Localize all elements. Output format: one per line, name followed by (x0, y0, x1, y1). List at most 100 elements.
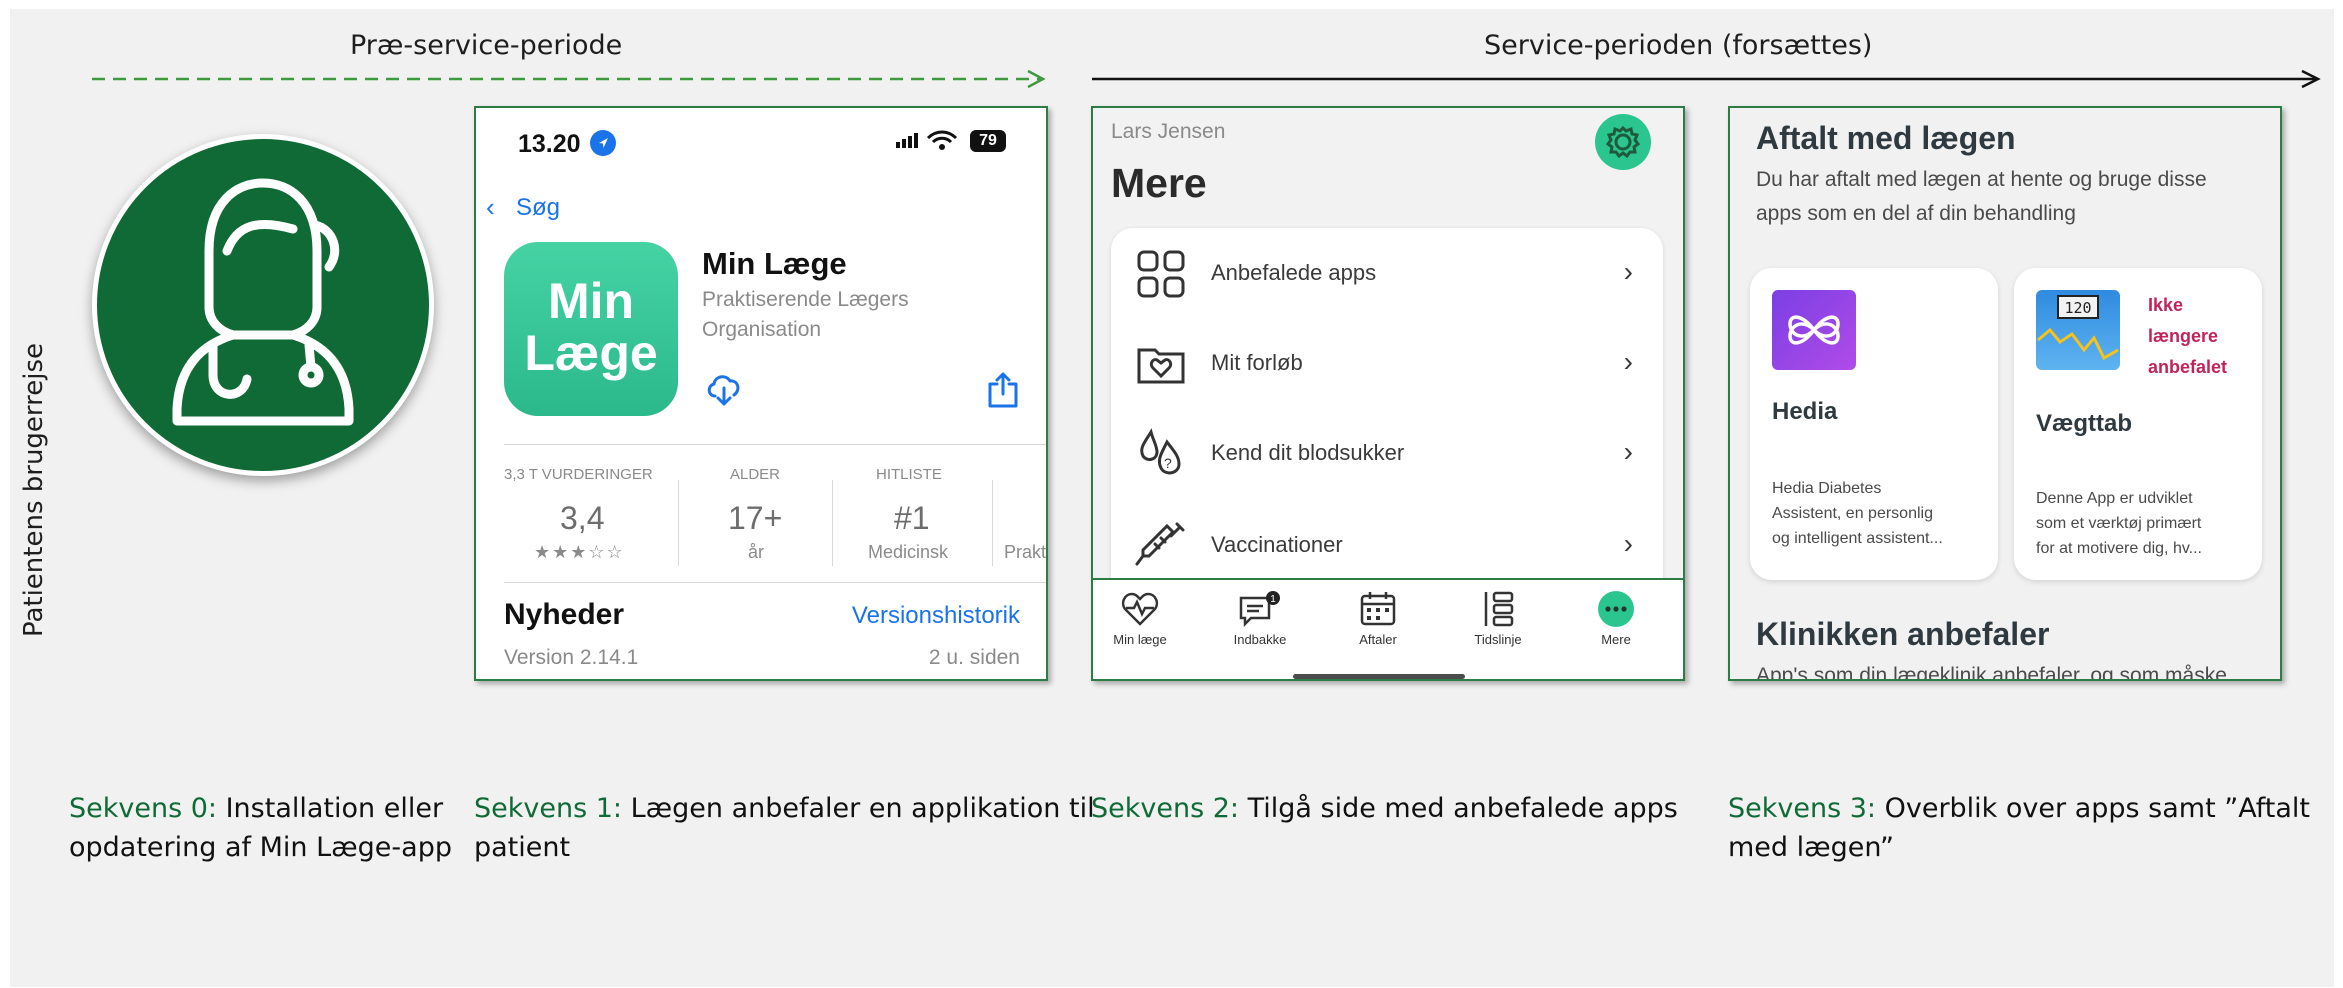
desc-line: Hedia Diabetes (1772, 480, 1882, 497)
agreed-intro-line1: Du har aftalt med lægen at hente og brug… (1756, 168, 2207, 191)
unread-badge: 1 (1270, 594, 1276, 605)
age-unit: år (748, 542, 765, 562)
app-icon-text-line2: Læge (524, 325, 658, 381)
app-desc-vaegttab: Denne App er udviklet som et værktøj pri… (2036, 486, 2202, 561)
badge-line: anbefalet (2148, 357, 2228, 377)
hedia-app-icon (1772, 290, 1856, 370)
settings-button[interactable] (1595, 114, 1651, 170)
chevron-right-icon: › (1623, 528, 1633, 559)
tab-tidslinje[interactable]: Tidslinje (1453, 590, 1543, 672)
heart-pulse-icon (1121, 592, 1159, 626)
back-chevron-icon[interactable]: ‹ (486, 192, 495, 223)
hedia-logo-icon (1788, 315, 1840, 345)
app-desc-hedia: Hedia Diabetes Assistent, en personlig o… (1772, 476, 1943, 551)
desc-line: som et værktøj primært (2036, 515, 2202, 532)
chart-header: HITLISTE (876, 466, 942, 483)
svg-text:?: ? (1164, 455, 1172, 471)
news-title: Nyheder (504, 598, 625, 631)
agreed-heading: Aftalt med lægen (1756, 120, 2016, 156)
location-icon (590, 130, 616, 156)
menu-item-blood-sugar[interactable]: ? Kend dit blodsukker › (1111, 408, 1663, 498)
tab-label: Tidslinje (1474, 632, 1522, 647)
caption-text: opdatering af Min Læge-app (69, 832, 452, 863)
syringe-icon (1135, 522, 1185, 566)
doctor-avatar (92, 134, 434, 476)
clinic-intro: App's som din lægeklinik anbefaler, og s… (1756, 664, 2227, 681)
menu-item-recommended-apps[interactable]: Anbefalede apps › (1111, 228, 1663, 318)
ratings-value: 3,4 (560, 500, 605, 536)
caption-sequence-0: Sekvens 0: Installation eller opdatering… (69, 789, 452, 867)
badge-line: Ikke (2148, 295, 2184, 315)
app-icon-text-line1: Min (547, 273, 635, 329)
sequence-number: Sekvens 3: (1728, 793, 1877, 824)
ratings-header: 3,3 T VURDERINGER (504, 466, 653, 483)
caption-text: Overblik over apps samt ”Aftalt (1876, 793, 2310, 824)
chart-category: Medicinsk (868, 542, 949, 562)
caption-text: Lægen anbefaler en applikation til (622, 793, 1095, 824)
agreed-intro-line2: apps som en del af din behandling (1756, 202, 2076, 225)
app-card-hedia[interactable]: Hedia Hedia Diabetes Assistent, en perso… (1750, 268, 1998, 580)
battery-indicator: 79 (970, 130, 1006, 152)
menu-item-label: Vaccinationer (1211, 532, 1343, 557)
tab-label: Min læge (1113, 632, 1167, 647)
tab-label: Indbakke (1233, 632, 1287, 647)
status-time: 13.20 (518, 130, 581, 158)
back-link[interactable]: Søg (516, 194, 560, 222)
app-card-vaegttab[interactable]: 120 Ikke længere anbefalet Vægttab Denne… (2014, 268, 2262, 580)
developer-stat-cut: Prakt (1004, 542, 1047, 562)
apps-grid-icon (1137, 250, 1185, 298)
share-icon[interactable] (986, 370, 1020, 415)
patient-journey-label: Patientens brugerrejse (19, 342, 49, 638)
download-cloud-icon[interactable] (704, 370, 744, 415)
tab-min-laege[interactable]: Min læge (1095, 590, 1185, 672)
signal-wifi-icon (896, 128, 962, 160)
divider (504, 444, 1046, 445)
menu-item-label: Mit forløb (1211, 350, 1303, 375)
sequence-number: Sekvens 0: (69, 793, 218, 824)
chat-icon: 1 (1239, 591, 1280, 628)
clinic-heading: Klinikken anbefaler (1756, 616, 2050, 652)
caption-sequence-3: Sekvens 3: Overblik over apps samt ”Afta… (1728, 789, 2310, 867)
desc-line: Denne App er udviklet (2036, 490, 2193, 507)
min-laege-app-icon: Min Læge (504, 242, 678, 416)
timeline-icon (1484, 591, 1514, 627)
heart-folder-icon (1137, 348, 1185, 384)
menu-item-label: Kend dit blodsukker (1211, 440, 1405, 465)
chart-rank: #1 (894, 500, 930, 536)
age-value: 17+ (728, 500, 783, 536)
chevron-right-icon: › (1623, 436, 1633, 467)
desc-line: og intelligent assistent... (1772, 530, 1943, 547)
vaegttab-app-icon: 120 (2036, 290, 2120, 370)
desc-line: for at motivere dig, hv... (2036, 540, 2202, 557)
desc-line: Assistent, en personlig (1772, 505, 1933, 522)
stat-separator (992, 480, 993, 566)
menu-item-vaccinations[interactable]: Vaccinationer › (1111, 500, 1663, 590)
tab-mere[interactable]: Mere (1571, 590, 1661, 672)
scale-chart-icon: 120 (2037, 295, 2119, 361)
gear-icon (1605, 125, 1641, 159)
sequence-number: Sekvens 2: (1091, 793, 1240, 824)
version-history-link[interactable]: Versionshistorik (852, 602, 1020, 630)
app-name: Min Læge (702, 246, 847, 281)
stat-separator (678, 480, 679, 566)
caption-text: Installation eller (217, 793, 444, 824)
page-title: Mere (1111, 160, 1207, 206)
rating-stars: ★★★☆☆ (534, 542, 625, 562)
updated-ago: 2 u. siden (928, 646, 1020, 669)
caption-sequence-2: Sekvens 2: Tilgå side med anbefalede app… (1091, 789, 1678, 828)
tab-indbakke[interactable]: 1 Indbakke (1215, 590, 1305, 672)
blood-drops-icon: ? (1140, 428, 1181, 475)
home-indicator (1293, 674, 1465, 679)
divider (504, 582, 1046, 583)
version-number: Version 2.14.1 (504, 646, 639, 669)
tab-label: Mere (1601, 632, 1631, 647)
pre-service-arrow-head (1027, 69, 1046, 89)
caption-sequence-1: Sekvens 1: Lægen anbefaler en applikatio… (474, 789, 1095, 867)
tab-aftaler[interactable]: Aftaler (1333, 590, 1423, 672)
caption-text: med lægen” (1728, 832, 1895, 863)
doctor-avatar-icon (172, 178, 354, 426)
developer-line2: Organisation (702, 318, 822, 341)
menu-item-my-course[interactable]: Mit forløb › (1111, 318, 1663, 408)
developer-line1: Praktiserende Lægers (702, 288, 909, 311)
more-icon (1598, 591, 1634, 627)
